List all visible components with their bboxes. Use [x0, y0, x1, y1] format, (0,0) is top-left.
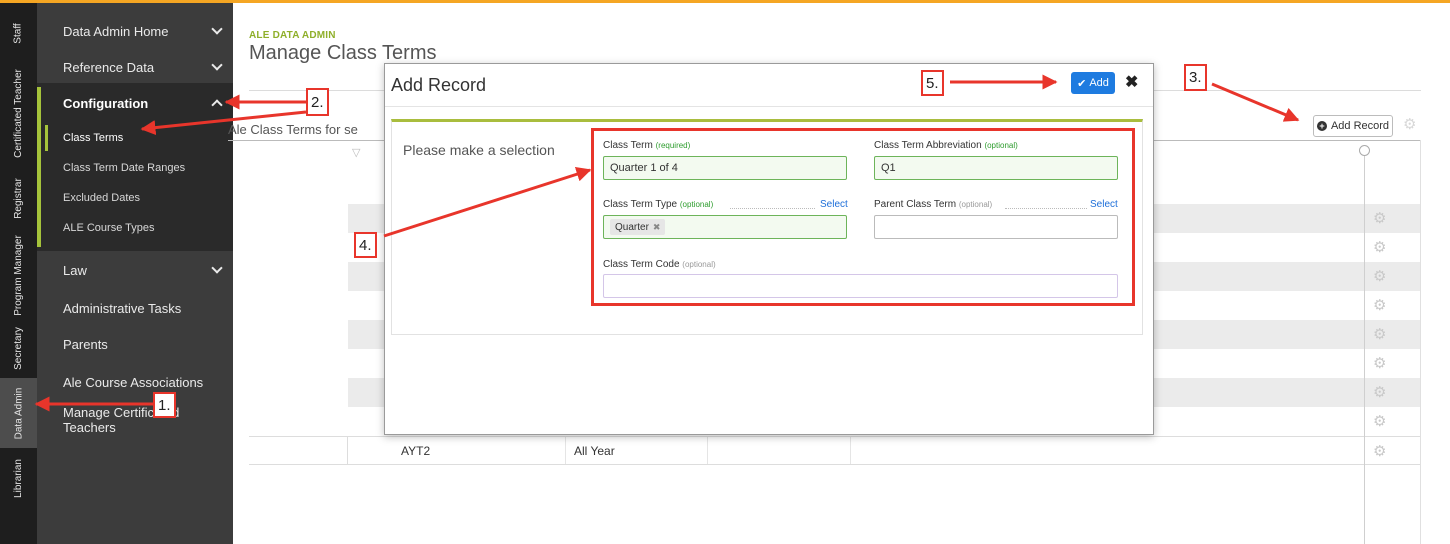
rail-tab-data-admin[interactable]: Data Admin — [0, 378, 37, 448]
sidebar-subitem-excluded-dates[interactable]: Excluded Dates — [37, 183, 233, 213]
sidebar-item-law[interactable]: Law — [37, 252, 233, 288]
annotation-highlight-box — [591, 128, 1135, 306]
row-gear-icon[interactable]: ⚙ — [1373, 325, 1386, 343]
sidebar: Data Admin Home Reference Data Configura… — [37, 3, 233, 544]
active-indicator — [45, 125, 48, 151]
plus-circle-icon: + — [1316, 121, 1327, 131]
chevron-up-icon — [211, 99, 223, 111]
row-gear-icon[interactable]: ⚙ — [1373, 267, 1386, 285]
cell-code: AYT2 — [401, 444, 431, 458]
modal-title: Add Record — [391, 75, 487, 95]
row-gear-icon[interactable]: ⚙ — [1373, 238, 1386, 256]
chevron-down-icon — [211, 59, 223, 71]
sidebar-item-administrative-tasks[interactable]: Administrative Tasks — [37, 290, 233, 326]
sidebar-item-manage-certificated-teachers[interactable]: Manage Certificated Teachers — [37, 402, 233, 438]
sidebar-item-parents[interactable]: Parents — [37, 326, 233, 362]
annotation-step-5: 5. — [921, 70, 944, 96]
row-gear-icon[interactable]: ⚙ — [1373, 296, 1386, 314]
gear-icon[interactable]: ⚙ — [1403, 115, 1416, 133]
form-prompt: Please make a selection — [403, 142, 555, 158]
chevron-down-icon — [211, 23, 223, 35]
table-row[interactable]: AYT2 All Year ⚙ — [249, 436, 1421, 465]
row-gear-icon[interactable]: ⚙ — [1373, 354, 1386, 372]
page-title: Manage Class Terms — [249, 42, 437, 64]
modal-add-button[interactable]: ✔ Add — [1071, 72, 1115, 94]
annotation-step-1: 1. — [153, 392, 176, 418]
row-gear-icon[interactable]: ⚙ — [1373, 209, 1386, 227]
chevron-down-icon — [211, 262, 223, 274]
grid-right-border — [1420, 140, 1421, 544]
row-gear-icon[interactable]: ⚙ — [1373, 383, 1386, 401]
role-rail: Staff Certificated Teacher Registrar Pro… — [0, 3, 37, 544]
rail-tab-secretary[interactable]: Secretary — [0, 318, 37, 378]
column-resize-line — [1364, 150, 1365, 544]
sidebar-item-configuration[interactable]: Configuration — [37, 85, 233, 121]
add-record-button[interactable]: + Add Record — [1313, 115, 1393, 137]
sidebar-subitem-class-term-date-ranges[interactable]: Class Term Date Ranges — [37, 153, 233, 183]
sidebar-item-reference-data[interactable]: Reference Data — [37, 49, 233, 85]
sidebar-item-data-admin-home[interactable]: Data Admin Home — [37, 13, 233, 49]
modal-header-divider — [385, 106, 1153, 107]
configuration-group: Configuration Class Terms Class Term Dat… — [37, 83, 233, 251]
rail-tab-certificated-teacher[interactable]: Certificated Teacher — [0, 63, 37, 163]
sidebar-subitem-ale-course-types[interactable]: ALE Course Types — [37, 213, 233, 243]
annotation-step-3: 3. — [1184, 64, 1207, 91]
close-icon[interactable]: ✖ — [1125, 72, 1138, 92]
row-gear-icon[interactable]: ⚙ — [1373, 442, 1386, 460]
section-title: Ale Class Terms for se — [228, 122, 358, 137]
sidebar-item-ale-course-associations[interactable]: Ale Course Associations — [37, 364, 233, 400]
rail-tab-program-manager[interactable]: Program Manager — [0, 233, 37, 318]
rail-tab-staff[interactable]: Staff — [0, 3, 37, 63]
row-gear-icon[interactable]: ⚙ — [1373, 412, 1386, 430]
rail-tab-registrar[interactable]: Registrar — [0, 163, 37, 233]
page-kicker: ALE DATA ADMIN — [249, 30, 336, 41]
filter-icon[interactable]: ▽ — [352, 146, 360, 159]
rail-tab-librarian[interactable]: Librarian — [0, 448, 37, 508]
annotation-step-4: 4. — [354, 232, 377, 258]
check-icon: ✔ — [1077, 77, 1087, 90]
sidebar-subitem-class-terms[interactable]: Class Terms — [37, 123, 233, 153]
annotation-step-2: 2. — [306, 88, 329, 116]
cell-name: All Year — [574, 444, 615, 458]
column-resize-handle[interactable] — [1359, 145, 1370, 156]
